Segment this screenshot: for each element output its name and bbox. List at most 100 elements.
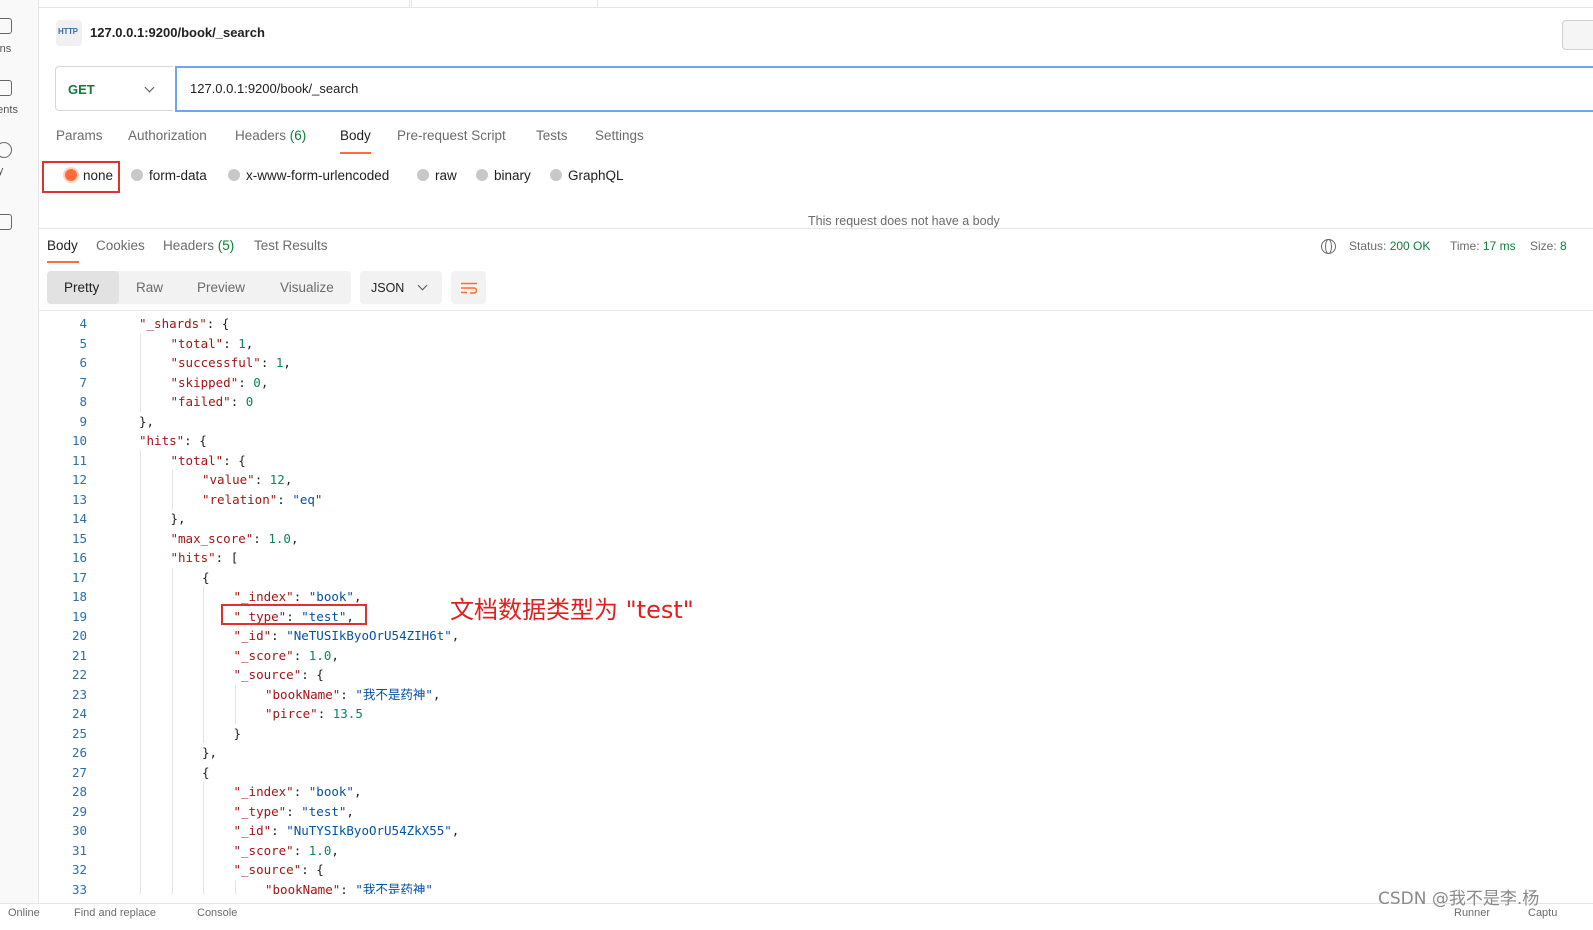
- indent-guide: [140, 587, 141, 607]
- code-text: "_score": 1.0,: [233, 647, 339, 663]
- tab-authorization[interactable]: Authorization: [128, 128, 207, 143]
- wrap-lines-icon[interactable]: [461, 282, 477, 294]
- indent-guide: [140, 762, 141, 782]
- indent-guide: [171, 840, 173, 860]
- tab-settings[interactable]: Settings: [595, 128, 644, 143]
- pane-divider[interactable]: [39, 228, 1593, 229]
- request-title[interactable]: 127.0.0.1:9200/book/_search: [90, 25, 265, 40]
- radio-binary[interactable]: binary: [476, 168, 531, 183]
- status-readout[interactable]: Status: 200 OK: [1349, 239, 1430, 253]
- line-number: 30: [71, 823, 87, 838]
- indent-guide: [234, 704, 236, 724]
- line-number: 14: [71, 511, 87, 526]
- time-readout[interactable]: Time: 17 ms: [1450, 239, 1516, 253]
- indent-guide: [171, 860, 173, 880]
- code-text: "relation": "eq": [202, 491, 323, 507]
- line-number: 12: [71, 472, 87, 487]
- toolbar-divider: [39, 310, 1593, 311]
- code-text: {: [202, 764, 210, 780]
- console-button[interactable]: Console: [197, 907, 237, 919]
- indent-guide: [203, 782, 204, 802]
- tab-params[interactable]: Params: [56, 128, 103, 143]
- indent-guide: [203, 587, 204, 607]
- line-number: 18: [71, 589, 87, 604]
- view-visualize[interactable]: Visualize: [280, 280, 334, 295]
- indent-guide: [171, 645, 173, 665]
- code-text: "_type": "test",: [233, 803, 354, 819]
- response-tab-headers-label: Headers: [163, 238, 215, 253]
- url-value[interactable]: 127.0.0.1:9200/book/_search: [190, 81, 358, 96]
- line-number: 10: [71, 433, 87, 448]
- tab-tests[interactable]: Tests: [536, 128, 568, 143]
- indent-guide: [171, 587, 173, 607]
- status-bar: [0, 903, 1593, 930]
- url-input[interactable]: [175, 66, 1593, 112]
- response-tab-test-results[interactable]: Test Results: [254, 238, 328, 253]
- radio-selected-icon: [65, 169, 77, 181]
- radio-raw[interactable]: raw: [417, 168, 457, 183]
- code-text: },: [139, 413, 155, 429]
- response-tab-headers[interactable]: Headers (5): [163, 238, 234, 253]
- view-raw[interactable]: Raw: [136, 280, 163, 295]
- collections-icon[interactable]: [0, 18, 12, 34]
- indent-guide: [140, 489, 141, 509]
- radio-urlencoded[interactable]: x-www-form-urlencoded: [228, 168, 389, 183]
- code-text: "failed": 0: [170, 394, 254, 409]
- indent-guide: [171, 821, 173, 841]
- code-text: "hits": {: [139, 433, 207, 448]
- indent-guide: [171, 606, 173, 626]
- tab-pre-request-script[interactable]: Pre-request Script: [397, 128, 506, 143]
- indent-guide: [171, 470, 173, 490]
- sidebar-item-environments[interactable]: ments: [0, 104, 38, 116]
- line-number: 29: [71, 803, 87, 819]
- code-text: {: [202, 569, 210, 585]
- sidebar-item-collections[interactable]: tions: [0, 43, 38, 55]
- line-number: 21: [71, 647, 87, 663]
- flows-icon[interactable]: [0, 214, 12, 230]
- code-text: "_shards": {: [139, 316, 230, 331]
- indent-guide: [203, 606, 204, 626]
- globe-icon[interactable]: [1321, 239, 1336, 254]
- save-button[interactable]: [1562, 20, 1593, 50]
- status-value: 200 OK: [1389, 239, 1431, 253]
- sidebar-item-history[interactable]: ory: [0, 165, 38, 177]
- indent-guide: [140, 626, 141, 646]
- response-tab-body[interactable]: Body: [47, 238, 78, 253]
- indent-guide: [140, 782, 141, 802]
- code-text: "_id": "NeTUSIkByoOrU54ZIH6t",: [233, 628, 460, 643]
- indent-guide: [203, 665, 204, 685]
- environments-icon[interactable]: [0, 80, 12, 96]
- indent-guide: [140, 528, 141, 548]
- size-readout[interactable]: Size: 8: [1530, 239, 1567, 253]
- tab-headers[interactable]: Headers (6): [235, 128, 306, 143]
- code-text: "hits": [: [170, 550, 239, 565]
- online-status[interactable]: Online: [8, 907, 40, 919]
- indent-guide: [140, 860, 141, 880]
- line-number: 19: [71, 608, 87, 624]
- response-tab-cookies[interactable]: Cookies: [96, 238, 145, 253]
- view-preview[interactable]: Preview: [197, 280, 245, 295]
- line-number: 5: [79, 335, 87, 351]
- format-label[interactable]: JSON: [371, 281, 404, 295]
- view-pretty[interactable]: Pretty: [64, 280, 99, 295]
- tab-active[interactable]: [411, 0, 598, 7]
- indent-guide: [140, 450, 141, 470]
- indent-guide: [171, 723, 173, 743]
- history-icon[interactable]: [0, 142, 12, 158]
- indent-guide: [171, 743, 173, 763]
- indent-guide: [140, 392, 141, 412]
- tab-headers-label: Headers: [235, 128, 287, 143]
- tab-previous[interactable]: [39, 0, 410, 7]
- radio-graphql[interactable]: GraphQL: [550, 168, 624, 183]
- line-number: 4: [79, 316, 87, 331]
- method-label[interactable]: GET: [68, 82, 95, 97]
- indent-guide: [140, 470, 141, 490]
- radio-none[interactable]: none: [65, 168, 113, 183]
- tab-body[interactable]: Body: [340, 128, 371, 143]
- active-tab-indicator: [340, 152, 371, 154]
- find-replace-button[interactable]: Find and replace: [74, 907, 156, 919]
- radio-form-data[interactable]: form-data: [131, 168, 207, 183]
- line-number: 24: [71, 706, 87, 721]
- indent-guide: [171, 879, 173, 894]
- response-active-tab-indicator: [47, 261, 79, 263]
